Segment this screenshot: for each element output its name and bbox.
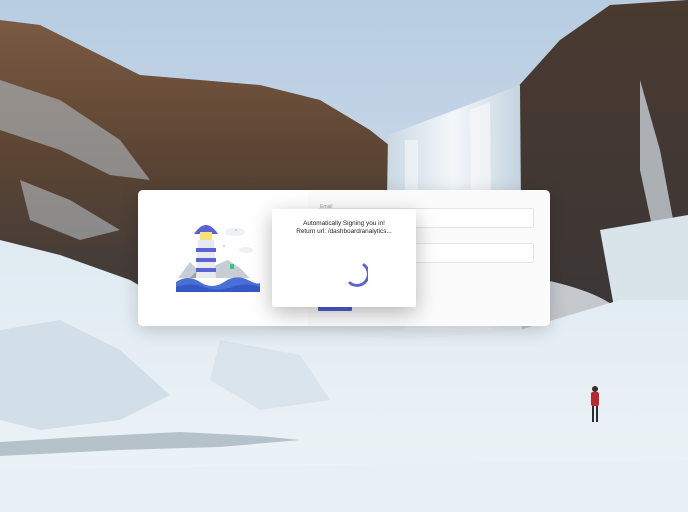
return-url-text: Return url: /dashboard/analytics... — [296, 228, 392, 235]
auto-signin-modal: Automatically Signing you in! Return url… — [272, 209, 416, 307]
modal-title: Automatically Signing you in! — [303, 220, 385, 227]
loading-spinner-icon — [348, 263, 368, 287]
